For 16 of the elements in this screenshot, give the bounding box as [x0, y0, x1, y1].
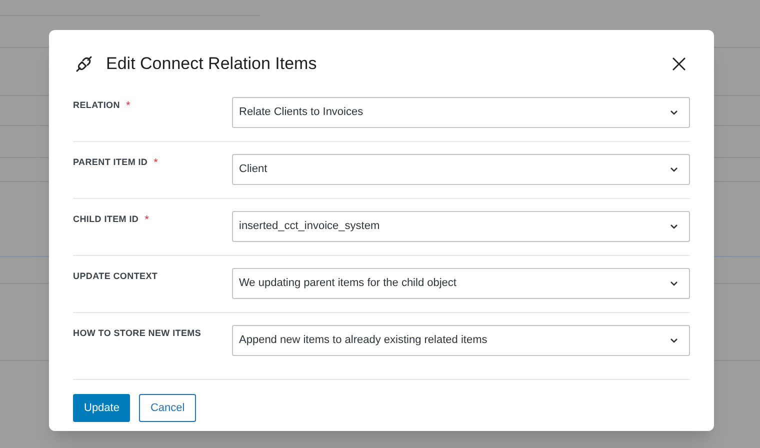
field-label: PARENT ITEM ID [73, 156, 148, 169]
select-field[interactable]: inserted_cct_invoice_system [232, 211, 690, 242]
required-mark: * [126, 99, 130, 114]
select-field[interactable]: Append new items to already existing related items [232, 325, 690, 356]
dialog-title: Edit Connect Relation Items [106, 53, 317, 76]
select-field[interactable]: Client [232, 154, 690, 185]
update-button[interactable]: Update [73, 394, 130, 422]
field-label: CHILD ITEM ID [73, 213, 139, 226]
cancel-button[interactable]: Cancel [139, 394, 196, 422]
field-label: HOW TO STORE NEW ITEMS [73, 327, 202, 340]
field-label: UPDATE CONTEXT [73, 270, 158, 283]
required-mark: * [144, 213, 149, 228]
select-field[interactable]: We updating parent items for the child object [232, 268, 690, 299]
select-field[interactable]: Relate Clients to Invoices [232, 97, 690, 128]
field-label: RELATION [73, 99, 120, 112]
required-mark: * [154, 156, 158, 171]
